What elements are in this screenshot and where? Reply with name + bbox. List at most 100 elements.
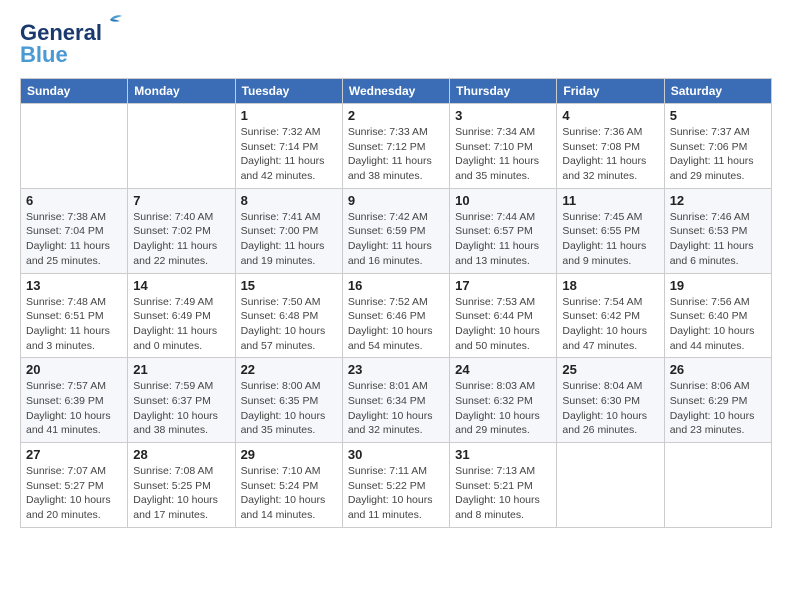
day-info: Sunrise: 7:32 AMSunset: 7:14 PMDaylight:… [241,125,337,184]
day-info: Sunrise: 7:57 AMSunset: 6:39 PMDaylight:… [26,379,122,438]
day-number: 2 [348,108,444,123]
day-cell [21,104,128,189]
day-cell: 1 Sunrise: 7:32 AMSunset: 7:14 PMDaylight… [235,104,342,189]
day-cell: 22Sunrise: 8:00 AMSunset: 6:35 PMDayligh… [235,358,342,443]
day-number: 16 [348,278,444,293]
day-number: 10 [455,193,551,208]
day-cell: 23 Sunrise: 8:01 AMSunset: 6:34 PMDayligh… [342,358,449,443]
day-info: Sunrise: 7:36 AMSunset: 7:08 PMDaylight:… [562,125,658,184]
day-number: 17 [455,278,551,293]
day-cell: 16 Sunrise: 7:52 AMSunset: 6:46 PMDayligh… [342,273,449,358]
day-number: 4 [562,108,658,123]
calendar-table: SundayMondayTuesdayWednesdayThursdayFrid… [20,78,772,528]
day-info: Sunrise: 8:06 AMSunset: 6:29 PMDaylight:… [670,379,766,438]
day-info: Sunrise: 7:52 AMSunset: 6:46 PMDaylight:… [348,295,444,354]
day-info: Sunrise: 7:45 AMSunset: 6:55 PMDaylight:… [562,210,658,269]
weekday-header-wednesday: Wednesday [342,79,449,104]
day-cell: 21 Sunrise: 7:59 AMSunset: 6:37 PMDayligh… [128,358,235,443]
day-number: 11 [562,193,658,208]
day-number: 21 [133,362,229,377]
day-info: Sunrise: 7:33 AMSunset: 7:12 PMDaylight:… [348,125,444,184]
weekday-header-thursday: Thursday [450,79,557,104]
day-number: 13 [26,278,122,293]
day-info: Sunrise: 7:38 AMSunset: 7:04 PMDaylight:… [26,210,122,269]
day-info: Sunrise: 7:54 AMSunset: 6:42 PMDaylight:… [562,295,658,354]
day-number: 23 [348,362,444,377]
day-cell: 30 Sunrise: 7:11 AMSunset: 5:22 PMDayligh… [342,443,449,528]
day-number: 24 [455,362,551,377]
day-cell: 9Sunrise: 7:42 AMSunset: 6:59 PMDaylight… [342,188,449,273]
day-cell: 17 Sunrise: 7:53 AMSunset: 6:44 PMDayligh… [450,273,557,358]
logo: General Blue [20,20,102,68]
day-cell: 3 Sunrise: 7:34 AMSunset: 7:10 PMDaylight… [450,104,557,189]
day-cell: 31 Sunrise: 7:13 AMSunset: 5:21 PMDayligh… [450,443,557,528]
day-cell: 19 Sunrise: 7:56 AMSunset: 6:40 PMDayligh… [664,273,771,358]
day-cell: 24 Sunrise: 8:03 AMSunset: 6:32 PMDayligh… [450,358,557,443]
day-number: 28 [133,447,229,462]
day-info: Sunrise: 7:48 AMSunset: 6:51 PMDaylight:… [26,295,122,354]
day-cell: 6 Sunrise: 7:38 AMSunset: 7:04 PMDaylight… [21,188,128,273]
day-cell: 15 Sunrise: 7:50 AMSunset: 6:48 PMDayligh… [235,273,342,358]
weekday-header-friday: Friday [557,79,664,104]
day-info: Sunrise: 7:56 AMSunset: 6:40 PMDaylight:… [670,295,766,354]
day-info: Sunrise: 7:40 AMSunset: 7:02 PMDaylight:… [133,210,229,269]
week-row-5: 27 Sunrise: 7:07 AMSunset: 5:27 PMDayligh… [21,443,772,528]
day-number: 30 [348,447,444,462]
day-info: Sunrise: 7:50 AMSunset: 6:48 PMDaylight:… [241,295,337,354]
day-number: 3 [455,108,551,123]
week-row-1: 1 Sunrise: 7:32 AMSunset: 7:14 PMDaylight… [21,104,772,189]
day-cell: 14 Sunrise: 7:49 AMSunset: 6:49 PMDayligh… [128,273,235,358]
weekday-header-sunday: Sunday [21,79,128,104]
day-info: Sunrise: 8:01 AMSunset: 6:34 PMDaylight:… [348,379,444,438]
day-number: 25 [562,362,658,377]
day-number: 14 [133,278,229,293]
day-number: 20 [26,362,122,377]
day-cell: 11 Sunrise: 7:45 AMSunset: 6:55 PMDayligh… [557,188,664,273]
day-number: 6 [26,193,122,208]
day-info: Sunrise: 7:13 AMSunset: 5:21 PMDaylight:… [455,464,551,523]
day-info: Sunrise: 8:03 AMSunset: 6:32 PMDaylight:… [455,379,551,438]
day-number: 12 [670,193,766,208]
day-info: Sunrise: 7:08 AMSunset: 5:25 PMDaylight:… [133,464,229,523]
day-cell: 20 Sunrise: 7:57 AMSunset: 6:39 PMDayligh… [21,358,128,443]
day-cell: 2 Sunrise: 7:33 AMSunset: 7:12 PMDaylight… [342,104,449,189]
day-cell: 18 Sunrise: 7:54 AMSunset: 6:42 PMDayligh… [557,273,664,358]
day-info: Sunrise: 7:46 AMSunset: 6:53 PMDaylight:… [670,210,766,269]
day-info: Sunrise: 7:44 AMSunset: 6:57 PMDaylight:… [455,210,551,269]
day-cell: 4 Sunrise: 7:36 AMSunset: 7:08 PMDaylight… [557,104,664,189]
day-cell [557,443,664,528]
day-number: 26 [670,362,766,377]
page-header: General Blue [20,20,772,68]
weekday-header-monday: Monday [128,79,235,104]
day-number: 7 [133,193,229,208]
weekday-header-row: SundayMondayTuesdayWednesdayThursdayFrid… [21,79,772,104]
day-info: Sunrise: 7:49 AMSunset: 6:49 PMDaylight:… [133,295,229,354]
logo-bird-icon [96,12,124,30]
day-info: Sunrise: 8:00 AMSunset: 6:35 PMDaylight:… [241,379,337,438]
day-number: 1 [241,108,337,123]
day-cell: 28 Sunrise: 7:08 AMSunset: 5:25 PMDayligh… [128,443,235,528]
day-number: 8 [241,193,337,208]
week-row-3: 13 Sunrise: 7:48 AMSunset: 6:51 PMDayligh… [21,273,772,358]
day-info: Sunrise: 7:34 AMSunset: 7:10 PMDaylight:… [455,125,551,184]
day-info: Sunrise: 7:07 AMSunset: 5:27 PMDaylight:… [26,464,122,523]
day-number: 5 [670,108,766,123]
day-cell: 10 Sunrise: 7:44 AMSunset: 6:57 PMDayligh… [450,188,557,273]
day-info: Sunrise: 7:53 AMSunset: 6:44 PMDaylight:… [455,295,551,354]
day-info: Sunrise: 7:41 AMSunset: 7:00 PMDaylight:… [241,210,337,269]
day-number: 15 [241,278,337,293]
day-number: 18 [562,278,658,293]
day-number: 31 [455,447,551,462]
day-info: Sunrise: 7:59 AMSunset: 6:37 PMDaylight:… [133,379,229,438]
day-number: 27 [26,447,122,462]
week-row-2: 6 Sunrise: 7:38 AMSunset: 7:04 PMDaylight… [21,188,772,273]
day-number: 19 [670,278,766,293]
day-info: Sunrise: 7:10 AMSunset: 5:24 PMDaylight:… [241,464,337,523]
day-cell [664,443,771,528]
day-cell: 26 Sunrise: 8:06 AMSunset: 6:29 PMDayligh… [664,358,771,443]
weekday-header-tuesday: Tuesday [235,79,342,104]
day-info: Sunrise: 8:04 AMSunset: 6:30 PMDaylight:… [562,379,658,438]
day-info: Sunrise: 7:11 AMSunset: 5:22 PMDaylight:… [348,464,444,523]
day-cell: 8 Sunrise: 7:41 AMSunset: 7:00 PMDaylight… [235,188,342,273]
day-info: Sunrise: 7:37 AMSunset: 7:06 PMDaylight:… [670,125,766,184]
